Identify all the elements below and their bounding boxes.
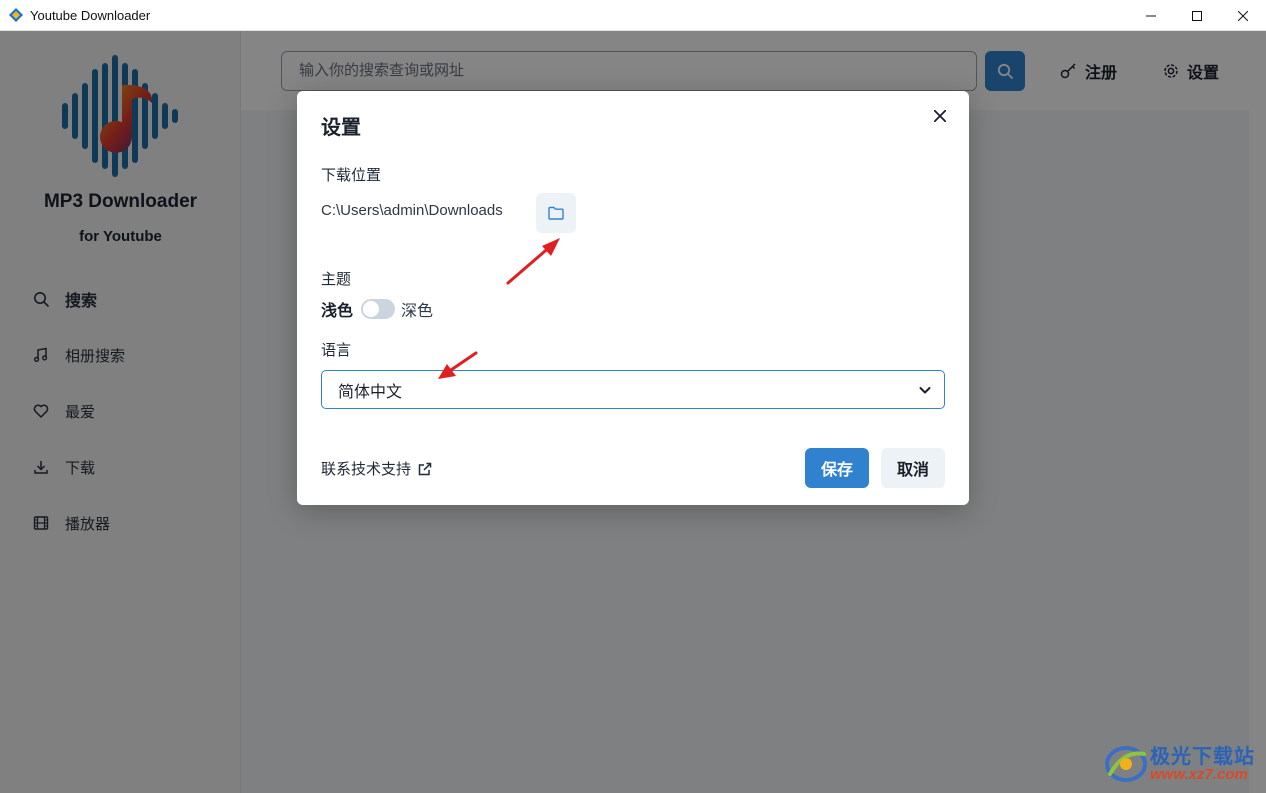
settings-dialog: 设置 下载位置 C:\Users\admin\Downloads 主题 浅色 深… (297, 91, 969, 505)
close-icon (934, 110, 946, 122)
minimize-icon (1146, 15, 1156, 16)
annotation-arrow (506, 238, 560, 285)
support-label: 联系技术支持 (321, 461, 412, 478)
watermark-title: 极光下载站 (1150, 746, 1255, 768)
download-path: C:\Users\admin\Downloads (321, 202, 503, 219)
language-select[interactable]: 简体中文 (321, 370, 945, 409)
title-bar: Youtube Downloader (0, 0, 1266, 31)
theme-dark-label: 深色 (401, 303, 434, 320)
chevron-down-icon (919, 387, 931, 394)
watermark-logo (1105, 746, 1147, 782)
choose-folder-button[interactable] (536, 193, 576, 233)
close-icon (1238, 10, 1248, 21)
maximize-button[interactable] (1174, 0, 1220, 31)
minimize-button[interactable] (1128, 0, 1174, 31)
save-button[interactable]: 保存 (805, 448, 869, 488)
app-icon (9, 8, 23, 22)
language-label: 语言 (321, 342, 352, 359)
watermark: 极光下载站 www.xz7.com (1104, 738, 1260, 788)
dialog-title: 设置 (321, 117, 361, 139)
theme-row: 浅色 深色 (321, 297, 433, 321)
close-window-button[interactable] (1220, 0, 1266, 31)
theme-toggle[interactable] (361, 299, 396, 319)
theme-label: 主题 (321, 271, 352, 288)
dialog-close-button[interactable] (929, 105, 951, 127)
support-link[interactable]: 联系技术支持 (321, 458, 432, 479)
folder-icon (548, 206, 564, 220)
window-title: Youtube Downloader (30, 7, 151, 23)
language-value: 简体中文 (338, 383, 403, 401)
watermark-url: www.xz7.com (1150, 766, 1248, 783)
cancel-button[interactable]: 取消 (881, 448, 945, 488)
toggle-knob (363, 301, 380, 317)
download-location-label: 下载位置 (321, 167, 382, 184)
external-link-icon (418, 462, 432, 476)
theme-light-label: 浅色 (321, 303, 354, 320)
annotation-arrow (438, 351, 478, 379)
maximize-icon (1192, 10, 1202, 21)
